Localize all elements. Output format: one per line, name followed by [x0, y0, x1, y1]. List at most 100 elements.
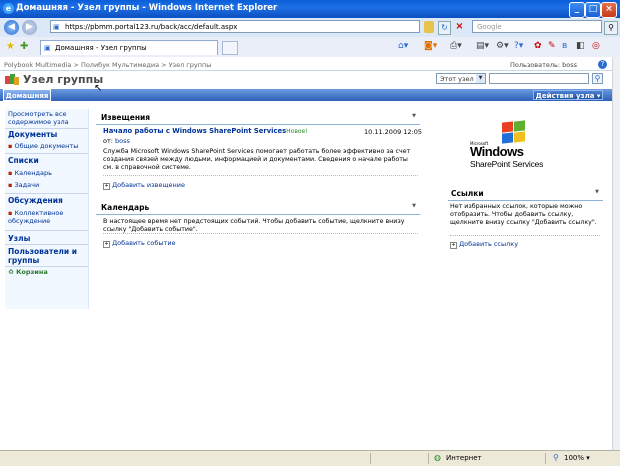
add-link-label: Добавить ссылку: [459, 240, 519, 248]
links-title[interactable]: Ссылки: [451, 189, 484, 198]
breadcrumb[interactable]: Polybook Multimedia > Полибук Мультимеди…: [4, 61, 211, 69]
nav-item-shared-docs[interactable]: ▪ Общие документы: [8, 142, 78, 150]
nav-item-calendar[interactable]: ▪ Календарь: [8, 169, 52, 177]
zoom-icon: ⚲: [553, 453, 559, 462]
forward-button[interactable]: ▶: [22, 20, 37, 35]
divider: [5, 128, 88, 129]
zoom-level[interactable]: 100% ▾: [564, 454, 590, 462]
add-icon: +: [450, 242, 457, 249]
search-input[interactable]: Google: [472, 20, 602, 33]
site-logo-icon: [5, 74, 19, 86]
calendar-header-bar: Календарь ▼: [96, 201, 420, 215]
nav-item-label: Календарь: [14, 169, 52, 177]
divider: [5, 266, 88, 267]
announcement-author: от: boss: [103, 137, 130, 145]
add-announcement-link[interactable]: + Добавить извещение: [103, 181, 185, 190]
new-tab-button[interactable]: [222, 41, 238, 55]
feeds-icon[interactable]: ◙▾: [424, 41, 437, 51]
lock-icon[interactable]: [424, 21, 434, 33]
recycle-bin-link[interactable]: ♻ Корзина: [8, 268, 48, 276]
site-search-input[interactable]: [489, 73, 589, 84]
announcement-title: Начало работы с Windows SharePoint Servi…: [103, 127, 287, 135]
help-icon[interactable]: ?▾: [514, 41, 523, 51]
nav-lists-header[interactable]: Списки: [8, 156, 39, 165]
logo-sharepoint-text: SharePoint Services: [470, 159, 544, 169]
internet-zone-icon: ◍: [434, 453, 441, 462]
announcement-body: Служба Microsoft Windows SharePoint Serv…: [103, 148, 411, 171]
webpart-menu-icon[interactable]: ▼: [412, 203, 416, 209]
divider: [428, 453, 429, 464]
page-menu-icon[interactable]: ▤▾: [476, 41, 489, 51]
view-all-content-link[interactable]: Просмотреть все содержимое узла: [8, 110, 86, 126]
divider: [370, 453, 371, 464]
page-scrollbar[interactable]: [612, 57, 620, 450]
add-icon: +: [103, 183, 110, 190]
author-link[interactable]: boss: [115, 137, 130, 145]
site-actions-label: Действия узла: [535, 92, 595, 100]
announcement-title-link[interactable]: Начало работы с Windows SharePoint Servi…: [103, 127, 308, 135]
stop-icon[interactable]: ×: [454, 21, 465, 33]
divider: [103, 233, 418, 234]
links-empty-message: Нет избранных ссылок, которые можно отоб…: [450, 203, 597, 226]
divider: [5, 193, 88, 194]
add-link-link[interactable]: + Добавить ссылку: [450, 240, 518, 249]
search-icon[interactable]: ⚲: [604, 21, 618, 35]
nav-item-team-discussion[interactable]: ▪ Коллективное обсуждение: [8, 209, 86, 225]
windows-sharepoint-logo: Microsoft Windows SharePoint Services: [470, 120, 560, 170]
tools-gear-icon[interactable]: ⚙▾: [496, 41, 509, 51]
chevron-down-icon: ▾: [596, 92, 601, 100]
maximize-button[interactable]: □: [585, 2, 601, 18]
window-title-bar: e Домашняя - Узел группы - Windows Inter…: [0, 0, 620, 18]
refresh-icon[interactable]: ↻: [438, 21, 451, 35]
webpart-menu-icon[interactable]: ▼: [412, 113, 416, 119]
browser-tab[interactable]: ▣ Домашняя - Узел группы: [40, 40, 218, 55]
tab-home[interactable]: Домашняя: [3, 89, 51, 101]
divider: [5, 244, 88, 245]
nav-discussions-header[interactable]: Обсуждения: [8, 196, 63, 205]
tab-page-icon: ▣: [44, 44, 51, 52]
recycle-bin-label: Корзина: [16, 268, 48, 276]
announcement-date: 10.11.2009 12:05: [364, 128, 423, 136]
nav-item-label: Коллективное обсуждение: [8, 209, 64, 225]
nav-sites-header[interactable]: Узлы: [8, 234, 30, 243]
divider: [450, 235, 600, 236]
recycle-bin-icon: ♻: [8, 268, 14, 276]
add-announcement-label: Добавить извещение: [112, 181, 185, 189]
site-search-go-icon[interactable]: ⚲: [592, 73, 603, 84]
bullet-icon: ▪: [8, 181, 13, 189]
close-button[interactable]: ×: [601, 2, 617, 18]
search-scope-select[interactable]: Этот узел ▼: [436, 73, 486, 84]
favorites-star-icon[interactable]: ★: [6, 41, 15, 52]
ie-tab-row: ★ ✚ ▣ Домашняя - Узел группы ⌂▾ ◙▾ ⎙▾ ▤▾…: [0, 37, 620, 58]
address-url: https://pbmm.portal123.ru/back/acc/defau…: [65, 23, 238, 31]
announcements-title[interactable]: Извещения: [101, 113, 150, 122]
windows-flag-yellow: [514, 131, 525, 143]
add-icon: +: [103, 241, 110, 248]
from-label: от:: [103, 137, 113, 145]
toolbar-icon-4[interactable]: ◎: [592, 41, 600, 51]
nav-item-tasks[interactable]: ▪ Задачи: [8, 181, 39, 189]
back-button[interactable]: ◀: [4, 20, 19, 35]
site-actions-menu[interactable]: Действия узла ▾: [533, 90, 603, 100]
calendar-title[interactable]: Календарь: [101, 203, 149, 212]
address-toolbar: ◀ ▶ ▣ https://pbmm.portal123.ru/back/acc…: [0, 18, 620, 38]
minimize-button[interactable]: _: [569, 2, 585, 18]
nav-people-header[interactable]: Пользователи и группы: [8, 247, 86, 265]
divider: [5, 153, 88, 154]
help-icon[interactable]: ?: [598, 60, 607, 69]
print-icon[interactable]: ⎙▾: [450, 41, 462, 51]
add-event-link[interactable]: + Добавить событие: [103, 239, 176, 248]
toolbar-icon-2[interactable]: ✎: [548, 41, 556, 51]
toolbar-icon-3[interactable]: ◧: [576, 41, 585, 51]
windows-flag-green: [514, 120, 525, 132]
add-favorite-icon[interactable]: ✚: [20, 41, 28, 52]
bluetooth-icon[interactable]: ʙ: [562, 41, 567, 51]
calendar-empty-message: В настоящее время нет предстоящих событи…: [103, 218, 405, 233]
user-menu[interactable]: Пользователь: boss: [510, 61, 577, 69]
bullet-icon: ▪: [8, 142, 13, 150]
webpart-menu-icon[interactable]: ▼: [595, 189, 599, 195]
nav-documents-header[interactable]: Документы: [8, 130, 57, 139]
address-input[interactable]: ▣ https://pbmm.portal123.ru/back/acc/def…: [50, 20, 420, 33]
toolbar-icon-1[interactable]: ✿: [534, 41, 542, 51]
home-icon[interactable]: ⌂▾: [398, 41, 408, 51]
